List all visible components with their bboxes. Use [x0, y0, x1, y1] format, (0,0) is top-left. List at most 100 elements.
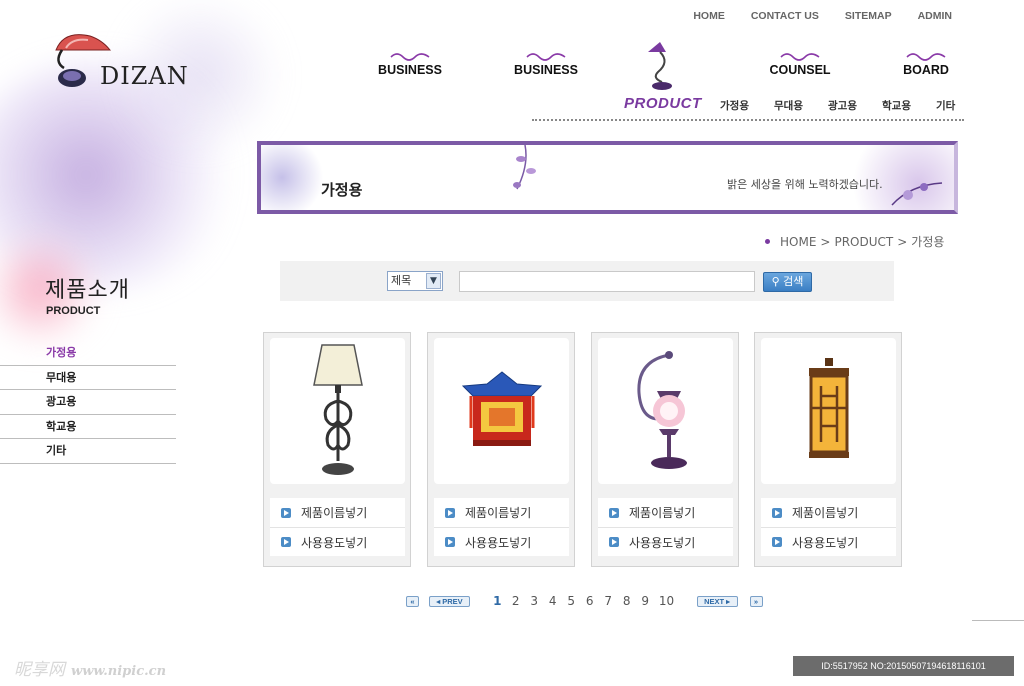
sidebar-item-ad-use[interactable]: 광고용: [0, 390, 176, 415]
hanging-lamp-icon: [636, 351, 687, 469]
product-name-row[interactable]: 제품이름넣기: [598, 498, 733, 527]
sidebar-item-school-use[interactable]: 학교용: [0, 415, 176, 439]
ornament-icon: [526, 53, 566, 61]
product-usage-row[interactable]: 사용용도넣기: [761, 527, 896, 556]
breadcrumb: HOME > PRODUCT > 가정용: [765, 233, 944, 250]
product-name: 제품이름넣기: [465, 506, 532, 520]
page-number-current[interactable]: 1: [488, 594, 507, 608]
watermark-logo: 昵享网 www.nipic.cn: [14, 660, 167, 680]
site-logo[interactable]: DIZAN: [52, 28, 202, 98]
wooden-lantern-icon: [808, 358, 849, 458]
subnav-school-use[interactable]: 학교용: [882, 98, 936, 113]
product-image[interactable]: [434, 338, 569, 484]
breadcrumb-current: 가정용: [911, 235, 945, 249]
sidebar-title: 제품소개: [45, 278, 130, 303]
arrow-bullet-icon: [772, 537, 782, 547]
search-input[interactable]: [459, 271, 755, 292]
util-home-link[interactable]: HOME: [693, 10, 725, 22]
product-usage-row[interactable]: 사용용도넣기: [434, 527, 569, 556]
subnav-ad-use[interactable]: 광고용: [828, 98, 882, 113]
product-usage-row[interactable]: 사용용도넣기: [598, 527, 733, 556]
lantern-icon: [461, 371, 542, 446]
search-button[interactable]: ⚲ 검색: [763, 272, 812, 292]
utility-nav: HOME CONTACT US SITEMAP ADMIN: [693, 10, 952, 22]
banner-slogan: 밝은 세상을 위해 노력하겠습니다.: [727, 178, 883, 191]
product-name-row[interactable]: 제품이름넣기: [270, 498, 405, 527]
product-name-row[interactable]: 제품이름넣기: [434, 498, 569, 527]
arrow-bullet-icon: [609, 537, 619, 547]
breadcrumb-separator: >: [820, 234, 831, 249]
product-info: 제품이름넣기 사용용도넣기: [434, 498, 569, 556]
product-image[interactable]: [270, 338, 405, 484]
page-number[interactable]: 4: [544, 594, 563, 608]
nav-board[interactable]: BOARD: [896, 52, 956, 77]
arrow-bullet-icon: [445, 507, 455, 518]
ornament-icon: [390, 53, 430, 61]
sidebar-menu: 가정용 무대용 광고용 학교용 기타: [0, 341, 176, 464]
subnav-home-use[interactable]: 가정용: [720, 98, 774, 113]
product-sub-nav: 가정용 무대용 광고용 학교용 기타: [720, 98, 990, 113]
search-field-select[interactable]: 제목 ▼: [387, 271, 443, 291]
ornament-icon: [780, 53, 820, 61]
next-page-button[interactable]: NEXT ▸: [696, 595, 738, 607]
product-info: 제품이름넣기 사용용도넣기: [761, 498, 896, 556]
sidebar-subtitle: PRODUCT: [46, 305, 101, 317]
search-icon: ⚲: [771, 275, 780, 288]
product-info: 제품이름넣기 사용용도넣기: [270, 498, 405, 556]
banner-splash: [261, 145, 331, 210]
page-number[interactable]: 6: [581, 594, 600, 608]
nav-counsel[interactable]: COUNSEL: [768, 52, 832, 77]
page-number[interactable]: 7: [599, 594, 618, 608]
product-name: 제품이름넣기: [629, 506, 696, 520]
ornament-icon: [906, 53, 946, 61]
product-card[interactable]: 제품이름넣기 사용용도넣기: [591, 332, 739, 567]
page-number[interactable]: 10: [655, 594, 679, 608]
product-card[interactable]: 제품이름넣기 사용용도넣기: [427, 332, 575, 567]
divider: [972, 620, 1024, 621]
sidebar-item-home-use[interactable]: 가정용: [0, 341, 176, 366]
last-page-icon[interactable]: »: [749, 595, 763, 607]
search-bar: 제목 ▼ ⚲ 검색: [280, 261, 894, 301]
product-image[interactable]: [761, 338, 896, 484]
product-lamp-icon: [648, 42, 672, 90]
util-admin-link[interactable]: ADMIN: [918, 10, 952, 22]
product-usage: 사용용도넣기: [301, 535, 368, 550]
product-card[interactable]: 제품이름넣기 사용용도넣기: [754, 332, 902, 567]
util-contact-link[interactable]: CONTACT US: [751, 10, 819, 22]
page-number[interactable]: 9: [636, 594, 655, 608]
subnav-stage-use[interactable]: 무대용: [774, 98, 828, 113]
util-sitemap-link[interactable]: SITEMAP: [845, 10, 892, 22]
subnav-etc[interactable]: 기타: [936, 98, 990, 113]
page-number[interactable]: 5: [562, 594, 581, 608]
first-page-icon[interactable]: «: [406, 595, 419, 607]
product-usage: 사용용도넣기: [629, 535, 696, 550]
page-number[interactable]: 2: [507, 594, 526, 608]
sidebar-item-stage-use[interactable]: 무대용: [0, 366, 176, 390]
vine-ornament-icon: [513, 145, 536, 190]
arrow-bullet-icon: [281, 507, 291, 518]
product-usage-row[interactable]: 사용용도넣기: [270, 527, 405, 556]
product-image[interactable]: [598, 338, 733, 484]
prev-page-button[interactable]: ◂ PREV: [429, 595, 470, 607]
product-name-row[interactable]: 제품이름넣기: [761, 498, 896, 527]
breadcrumb-home[interactable]: HOME: [780, 235, 816, 249]
nav-business-1[interactable]: BUSINESS: [378, 52, 442, 77]
arrow-bullet-icon: [772, 507, 782, 518]
arrow-bullet-icon: [445, 537, 455, 547]
vine-ornament-icon: [891, 182, 943, 206]
nav-product[interactable]: PRODUCT: [624, 95, 702, 112]
product-usage: 사용용도넣기: [792, 535, 859, 550]
product-card[interactable]: 제품이름넣기 사용용도넣기: [263, 332, 411, 567]
page-number[interactable]: 8: [618, 594, 637, 608]
sidebar-item-etc[interactable]: 기타: [0, 439, 176, 464]
nav-business-2[interactable]: BUSINESS: [514, 52, 578, 77]
search-select-value: 제목: [391, 274, 412, 287]
breadcrumb-product[interactable]: PRODUCT: [834, 235, 893, 249]
search-button-label: 검색: [783, 275, 804, 288]
page-number[interactable]: 3: [525, 594, 544, 608]
product-usage: 사용용도넣기: [465, 535, 532, 550]
chevron-down-icon[interactable]: ▼: [426, 273, 441, 289]
product-name: 제품이름넣기: [792, 506, 859, 520]
banner-title: 가정용: [321, 181, 363, 199]
brand-name: DIZAN: [100, 62, 189, 90]
